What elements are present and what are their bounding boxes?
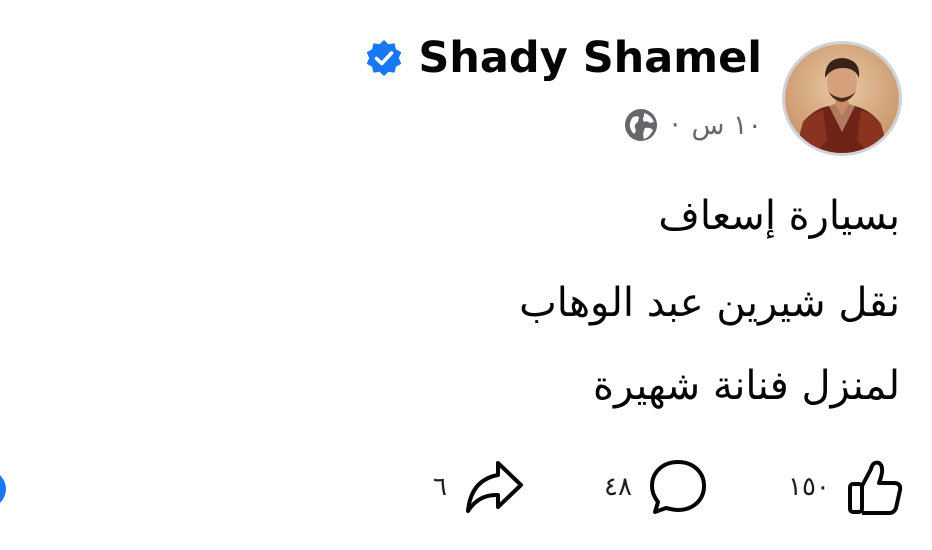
share-count: ٦ — [433, 472, 447, 502]
comment-icon — [649, 460, 706, 514]
author-name[interactable]: Shady Shamel — [418, 33, 762, 83]
avatar-photo — [785, 44, 899, 153]
meta-separator: · — [670, 109, 680, 141]
comment-count: ٤٨ — [604, 472, 632, 502]
globe-icon[interactable] — [623, 107, 659, 143]
verified-badge-icon — [367, 40, 402, 76]
post-text-line: نقل شيرين عبد الوهاب — [519, 280, 900, 326]
post-text-line: لمنزل فنانة شهيرة — [593, 363, 900, 409]
post-meta: ١٠ س · — [623, 103, 762, 147]
like-button[interactable]: ١٥٠ — [788, 455, 904, 519]
share-icon — [465, 461, 523, 513]
post-text-line: بسيارة إسعاف — [658, 193, 900, 239]
partial-blue-indicator — [0, 470, 6, 508]
post-time[interactable]: ١٠ س — [691, 110, 762, 141]
author-header: Shady Shamel — [364, 28, 762, 88]
comment-button[interactable]: ٤٨ — [604, 455, 708, 519]
like-count: ١٥٠ — [788, 472, 830, 502]
like-icon — [847, 460, 903, 515]
avatar[interactable] — [782, 41, 902, 156]
share-button[interactable]: ٦ — [433, 455, 525, 519]
